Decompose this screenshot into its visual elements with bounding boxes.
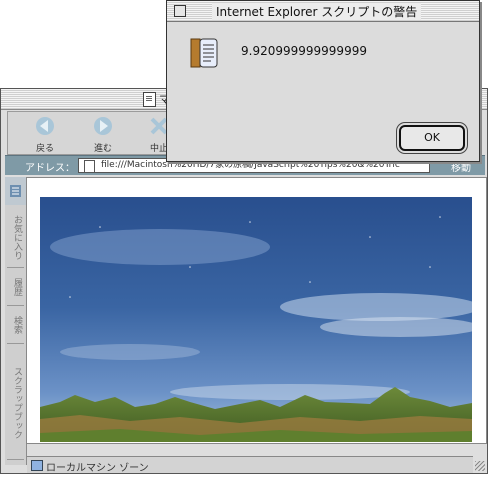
- forward-arrow-icon: [94, 117, 112, 135]
- back-button[interactable]: 戻る: [22, 114, 68, 154]
- ok-button[interactable]: OK: [399, 125, 465, 151]
- tab-search[interactable]: 検索: [7, 307, 24, 344]
- local-zone-icon: [31, 460, 43, 471]
- explorer-bar-tabs: お気に入り 履歴 検索 スクラップブック: [5, 177, 27, 465]
- alert-title-bar[interactable]: Internet Explorer スクリプトの警告: [167, 1, 479, 22]
- back-label: 戻る: [35, 144, 54, 154]
- tab-favorites[interactable]: お気に入り: [7, 207, 24, 268]
- alert-message: 9.920999999999999: [241, 44, 367, 58]
- back-arrow-icon: [36, 117, 54, 135]
- page-content: [26, 177, 487, 444]
- address-label: アドレス：: [25, 163, 75, 174]
- page-icon: [84, 160, 95, 172]
- document-icon: [143, 92, 156, 107]
- script-alert-dialog: Internet Explorer スクリプトの警告 9.92099999999…: [166, 0, 480, 162]
- forward-button[interactable]: 進む: [80, 114, 126, 154]
- landscape-scene: [40, 216, 472, 442]
- landscape-image: [40, 197, 472, 442]
- status-zone-text: ローカルマシン ゾーン: [46, 463, 149, 474]
- resize-grip[interactable]: [475, 461, 485, 471]
- status-bar: ローカルマシン ゾーン: [27, 456, 473, 474]
- explorer-bar-icon: [10, 185, 21, 197]
- tab-scrapbook[interactable]: スクラップブック: [7, 347, 24, 460]
- alert-title: Internet Explorer スクリプトの警告: [212, 3, 422, 20]
- tab-history[interactable]: 履歴: [7, 269, 24, 306]
- close-box-icon[interactable]: [174, 5, 186, 17]
- forward-label: 進む: [93, 144, 112, 154]
- explorer-bar-toggle[interactable]: [5, 177, 26, 205]
- script-note-icon: [190, 38, 218, 68]
